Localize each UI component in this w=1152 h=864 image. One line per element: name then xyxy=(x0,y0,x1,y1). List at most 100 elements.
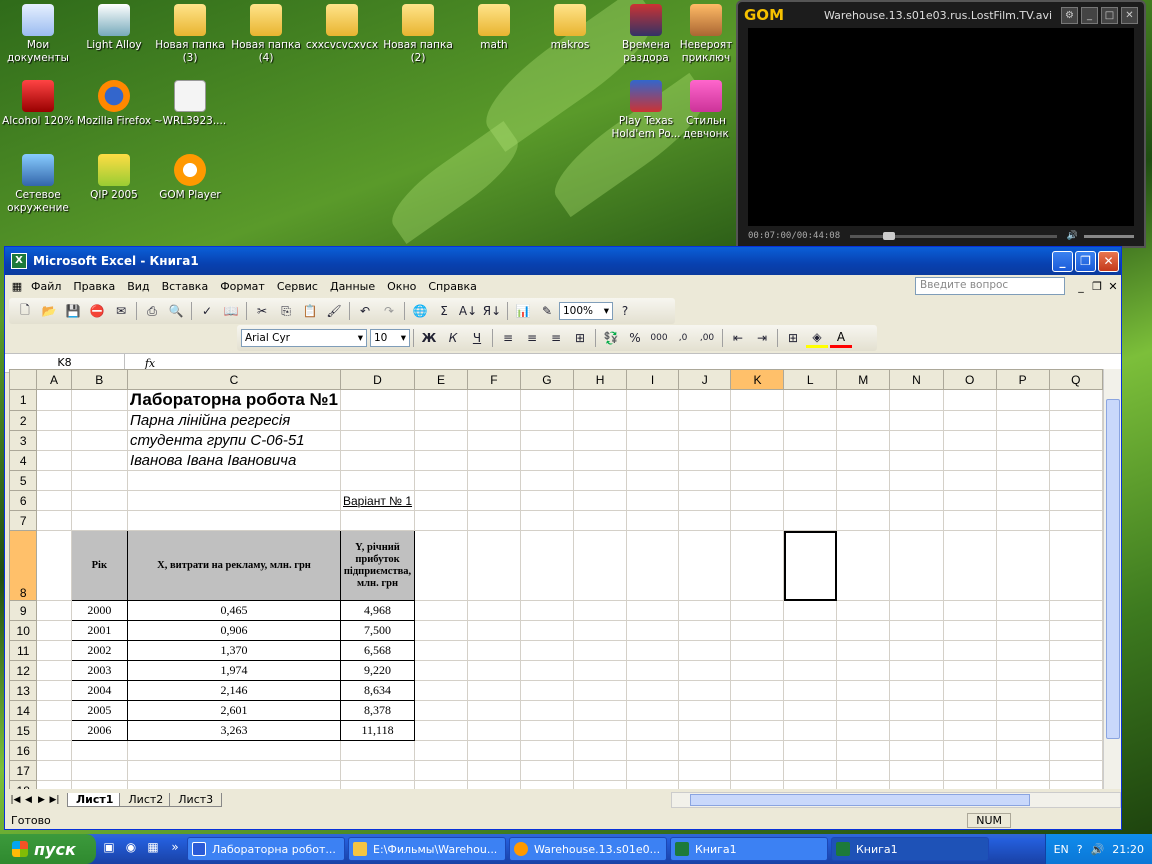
cell[interactable] xyxy=(466,410,521,431)
menu-window[interactable]: Окно xyxy=(381,280,422,293)
fill-color-icon[interactable]: ◈ xyxy=(806,328,828,348)
cell[interactable] xyxy=(466,430,521,451)
cell[interactable] xyxy=(626,389,679,411)
cell[interactable] xyxy=(572,470,628,491)
thousands-icon[interactable]: 000 xyxy=(648,328,670,348)
desktop-icon-wrl[interactable]: ~WRL3923.... xyxy=(152,80,228,128)
cell[interactable] xyxy=(889,620,944,641)
cell[interactable] xyxy=(414,620,468,641)
cell[interactable] xyxy=(942,720,997,741)
cell[interactable] xyxy=(1048,720,1103,741)
row-header[interactable]: 4 xyxy=(9,450,38,471)
cell[interactable] xyxy=(466,780,521,789)
cell[interactable] xyxy=(127,510,341,531)
cell[interactable] xyxy=(414,720,468,741)
cell[interactable] xyxy=(70,760,129,781)
cell[interactable] xyxy=(836,530,891,601)
doc-close-button[interactable]: ✕ xyxy=(1105,280,1121,293)
cell[interactable] xyxy=(414,640,468,661)
desktop-icon-gom-player[interactable]: GOM Player xyxy=(152,154,228,202)
cell[interactable] xyxy=(1048,780,1103,789)
cell[interactable] xyxy=(995,680,1050,701)
gom-title-bar[interactable]: GOM Warehouse.13.s01e03.rus.LostFilm.TV.… xyxy=(738,2,1144,28)
cell[interactable] xyxy=(677,510,732,531)
horizontal-scrollbar[interactable] xyxy=(671,792,1121,808)
help-icon[interactable]: ? xyxy=(614,301,636,321)
cell[interactable] xyxy=(127,490,341,511)
cell[interactable] xyxy=(626,740,679,761)
cell[interactable] xyxy=(70,780,129,789)
cell[interactable] xyxy=(572,680,628,701)
cell[interactable] xyxy=(677,740,732,761)
cell[interactable] xyxy=(889,640,944,661)
cell[interactable] xyxy=(1048,450,1103,471)
row-header[interactable]: 15 xyxy=(9,720,38,741)
cell[interactable] xyxy=(995,430,1050,451)
table-data-cell[interactable]: 0,906 xyxy=(127,620,341,641)
cell[interactable] xyxy=(36,430,72,451)
column-header[interactable]: H xyxy=(572,369,628,390)
cell[interactable] xyxy=(942,680,997,701)
cell[interactable] xyxy=(519,780,574,789)
document-icon[interactable]: ▦ xyxy=(9,280,25,293)
cell[interactable] xyxy=(572,780,628,789)
cell[interactable] xyxy=(36,490,72,511)
row-header[interactable]: 9 xyxy=(9,600,38,621)
cell[interactable] xyxy=(519,680,574,701)
cell[interactable] xyxy=(519,620,574,641)
cell[interactable]: Іванова Івана Івановича xyxy=(127,450,341,471)
cell[interactable] xyxy=(626,760,679,781)
cell[interactable] xyxy=(836,700,891,721)
cell[interactable] xyxy=(995,720,1050,741)
bold-button[interactable]: Ж xyxy=(418,328,440,348)
cell[interactable] xyxy=(677,600,732,621)
close-button[interactable]: ✕ xyxy=(1098,250,1119,272)
cell[interactable] xyxy=(730,389,785,411)
desktop-icon-alcohol[interactable]: Alcohol 120% xyxy=(0,80,76,128)
cell[interactable] xyxy=(677,700,732,721)
sheet-tab-3[interactable]: Лист3 xyxy=(169,793,223,807)
cell[interactable] xyxy=(783,780,838,789)
cell[interactable] xyxy=(836,640,891,661)
cell[interactable]: Парна лінійна регресія xyxy=(127,410,341,431)
cell[interactable] xyxy=(783,510,838,531)
language-indicator[interactable]: EN xyxy=(1054,843,1069,856)
cell[interactable] xyxy=(414,600,468,621)
cell[interactable] xyxy=(36,620,72,641)
cell[interactable] xyxy=(414,490,468,511)
cell[interactable] xyxy=(677,620,732,641)
row-header[interactable]: 13 xyxy=(9,680,38,701)
cell[interactable] xyxy=(730,470,785,491)
cell[interactable] xyxy=(36,450,72,471)
cell[interactable] xyxy=(414,660,468,681)
row-header[interactable]: 11 xyxy=(9,640,38,661)
cell[interactable] xyxy=(677,490,732,511)
cell[interactable] xyxy=(730,720,785,741)
cell[interactable] xyxy=(995,410,1050,431)
desktop-icon-network[interactable]: Сетевое окружение xyxy=(0,154,76,215)
cell[interactable] xyxy=(942,430,997,451)
align-right-icon[interactable]: ≡ xyxy=(545,328,567,348)
cell[interactable] xyxy=(519,410,574,431)
cell[interactable] xyxy=(836,720,891,741)
cell[interactable] xyxy=(836,680,891,701)
font-size-select[interactable]: 10 ▾ xyxy=(370,329,410,347)
table-header-cell[interactable]: Y, річний прибуток підприємства, млн. гр… xyxy=(339,530,416,601)
gom-video-area[interactable] xyxy=(748,28,1134,226)
print-preview-icon[interactable]: 🔍 xyxy=(165,301,187,321)
last-sheet-icon[interactable]: ▶| xyxy=(48,795,61,805)
cell[interactable] xyxy=(466,720,521,741)
cell[interactable] xyxy=(572,490,628,511)
email-icon[interactable]: ✉ xyxy=(110,301,132,321)
cell[interactable] xyxy=(889,510,944,531)
row-header[interactable]: 7 xyxy=(9,510,38,531)
font-name-select[interactable]: Arial Cyr ▾ xyxy=(241,329,367,347)
cell[interactable] xyxy=(414,470,468,491)
cell[interactable] xyxy=(783,389,838,411)
cell[interactable] xyxy=(36,389,72,411)
cell[interactable] xyxy=(626,720,679,741)
cell[interactable] xyxy=(414,410,468,431)
cell[interactable] xyxy=(677,470,732,491)
cell[interactable] xyxy=(836,620,891,641)
increase-indent-icon[interactable]: ⇥ xyxy=(751,328,773,348)
